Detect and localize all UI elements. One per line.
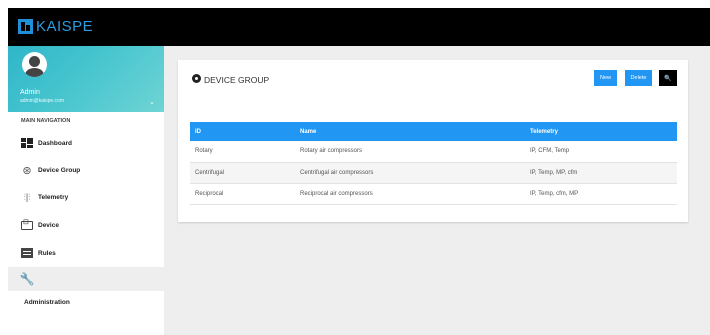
device-group-card: DEVICE GROUP New Delete 🔍 ID Name Teleme… — [178, 60, 688, 222]
user-name: Admin — [20, 89, 40, 96]
search-icon: 🔍 — [664, 75, 672, 82]
column-header-telemetry[interactable]: Telemetry — [525, 122, 677, 141]
user-email: admin@kaispe.com — [20, 98, 64, 104]
brand-name: KAISPE — [36, 18, 94, 35]
table-row[interactable]: Centrifugal Centrifugal air compressors … — [190, 162, 677, 184]
device-group-icon — [192, 74, 201, 83]
telemetry-icon: ⫶|⫶ — [23, 191, 31, 202]
device-group-icon: ⊛ — [22, 164, 32, 177]
avatar-body — [25, 68, 44, 77]
cell-telemetry: IP, Temp, cfm, MP — [525, 183, 677, 205]
cell-name: Reciprocal air compressors — [295, 183, 525, 205]
sidebar-item-label: Rules — [38, 249, 56, 257]
rules-icon — [21, 247, 33, 259]
delete-button[interactable]: Delete — [625, 70, 652, 86]
table-row[interactable]: Reciprocal Reciprocal air compressors IP… — [190, 183, 677, 205]
cell-telemetry: IP, Temp, MP, cfm — [525, 162, 677, 184]
dashboard-icon — [21, 137, 33, 149]
sidebar-item-label: Telemetry — [38, 193, 69, 201]
sidebar-item-label: Device — [38, 221, 59, 229]
cell-id: Rotary — [190, 141, 295, 163]
user-panel: Admin admin@kaispe.com ⌄ — [8, 46, 164, 112]
column-header-name[interactable]: Name — [295, 122, 525, 141]
sidebar-item-rules[interactable]: Rules — [8, 242, 164, 264]
top-header: KAISPE — [8, 8, 710, 46]
avatar — [22, 52, 47, 77]
cell-name: Centrifugal air compressors — [295, 162, 525, 184]
search-button[interactable]: 🔍 — [659, 70, 677, 86]
sidebar-item-administration[interactable]: Administration — [24, 299, 70, 306]
logo-icon — [18, 19, 33, 34]
sidebar-item-device-group[interactable]: ⊛ Device Group — [8, 159, 164, 181]
page-title: DEVICE GROUP — [204, 75, 270, 85]
nav-header: MAIN NAVIGATION — [21, 118, 71, 124]
new-button[interactable]: New — [594, 70, 617, 86]
brand-logo[interactable]: KAISPE — [18, 18, 93, 35]
main-content: DEVICE GROUP New Delete 🔍 ID Name Teleme… — [164, 46, 710, 335]
avatar-head — [29, 56, 40, 67]
device-icon — [21, 218, 33, 231]
cell-telemetry: IP, CFM, Temp — [525, 141, 677, 163]
sidebar-item-label: Device Group — [38, 166, 81, 174]
device-group-table: ID Name Telemetry Rotary Rotary air comp… — [190, 122, 677, 205]
chevron-down-icon[interactable]: ⌄ — [149, 98, 155, 106]
wrench-icon: 🔧 — [19, 272, 35, 286]
sidebar-item-telemetry[interactable]: ⫶|⫶ Telemetry — [8, 186, 164, 208]
cell-name: Rotary air compressors — [295, 141, 525, 163]
table-header-row: ID Name Telemetry — [190, 122, 677, 141]
column-header-id[interactable]: ID — [190, 122, 295, 141]
sidebar-item-dashboard[interactable]: Dashboard — [8, 132, 164, 154]
cell-id: Reciprocal — [190, 183, 295, 205]
sidebar: Admin admin@kaispe.com ⌄ MAIN NAVIGATION… — [8, 46, 164, 335]
sidebar-item-label: Dashboard — [38, 139, 72, 147]
sidebar-item-device[interactable]: Device — [8, 214, 164, 236]
sidebar-item-tools[interactable]: 🔧 — [8, 267, 164, 291]
table-row[interactable]: Rotary Rotary air compressors IP, CFM, T… — [190, 141, 677, 163]
cell-id: Centrifugal — [190, 162, 295, 184]
